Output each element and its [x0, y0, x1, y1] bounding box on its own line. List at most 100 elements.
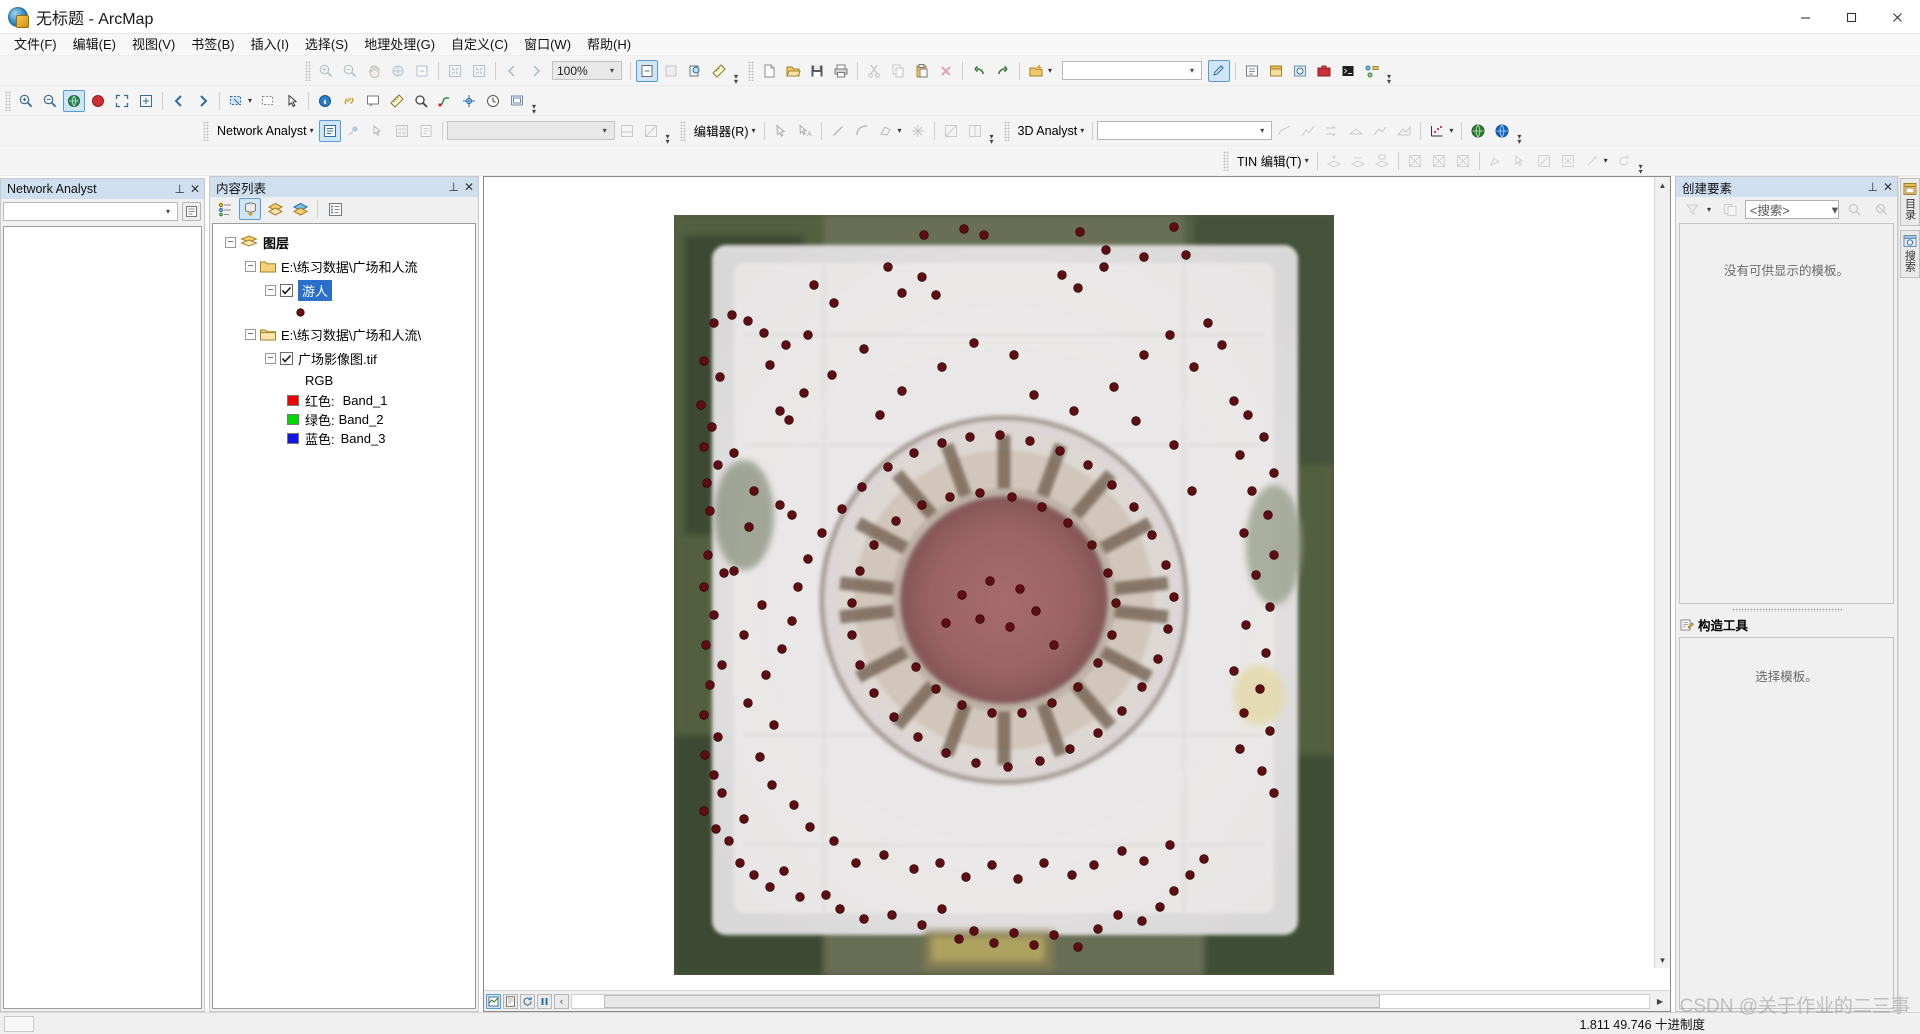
- point-elevation-icon[interactable]: [1345, 120, 1367, 142]
- toc-layer-symbol-row[interactable]: [213, 302, 475, 322]
- zoom-out-icon[interactable]: [339, 60, 361, 82]
- pin-icon[interactable]: ⊥: [1867, 180, 1877, 194]
- arcscene-icon[interactable]: [1467, 120, 1489, 142]
- chevron-down-icon[interactable]: ▾: [1707, 205, 1715, 214]
- menu-file[interactable]: 文件(F): [6, 35, 65, 55]
- toc-band-row[interactable]: 红色: Band_1: [213, 391, 475, 410]
- go-back-extent-icon[interactable]: [501, 60, 523, 82]
- collapse-icon[interactable]: −: [245, 328, 256, 340]
- scroll-up-icon[interactable]: ▲: [1654, 177, 1670, 193]
- measure-tool-icon[interactable]: [386, 90, 408, 112]
- search-window-icon[interactable]: [1289, 60, 1311, 82]
- chevron-down-icon[interactable]: ▾: [1449, 126, 1457, 135]
- tin-edge-flip-icon[interactable]: [1404, 150, 1426, 172]
- print-icon[interactable]: [830, 60, 852, 82]
- split-icon[interactable]: [964, 120, 986, 142]
- menu-geoprocessing[interactable]: 地理处理(G): [356, 35, 443, 55]
- snapping-icon[interactable]: [907, 120, 929, 142]
- menu-customize[interactable]: 自定义(C): [443, 35, 516, 55]
- hyperlink-icon[interactable]: [338, 90, 360, 112]
- scroll-down-icon[interactable]: ▼: [1654, 952, 1670, 968]
- tin-refresh-icon[interactable]: [1613, 150, 1635, 172]
- toolbar-overflow-button[interactable]: ▾ ▾: [663, 118, 673, 145]
- go-forward-extent-icon[interactable]: [525, 60, 547, 82]
- table-of-contents-icon[interactable]: [1241, 60, 1263, 82]
- edit-tool-icon[interactable]: [770, 120, 792, 142]
- curve-segment-icon[interactable]: [851, 120, 873, 142]
- menu-selection[interactable]: 选择(S): [297, 35, 356, 55]
- network-directions-icon[interactable]: [415, 120, 437, 142]
- list-by-source-button[interactable]: [239, 198, 261, 220]
- options-button[interactable]: [324, 198, 346, 220]
- pin-icon[interactable]: ⊥: [448, 180, 458, 194]
- trace-icon[interactable]: [875, 120, 897, 142]
- new-map-icon[interactable]: [758, 60, 780, 82]
- tin-move-icon[interactable]: [1581, 150, 1603, 172]
- pause-drawing-button[interactable]: [537, 993, 552, 1009]
- open-map-icon[interactable]: [782, 60, 804, 82]
- chevron-down-icon[interactable]: ▾: [310, 126, 318, 135]
- toc-band-row[interactable]: 绿色: Band_2: [213, 410, 475, 429]
- add-tin-polygon-icon[interactable]: [1371, 150, 1393, 172]
- network-analyst-label[interactable]: Network Analyst: [212, 124, 310, 138]
- toc-group-row[interactable]: − E:\练习数据\广场和人流\: [213, 322, 475, 346]
- zoom-in-tool-icon[interactable]: [15, 90, 37, 112]
- zoom-in-icon[interactable]: [315, 60, 337, 82]
- full-extent-icon[interactable]: [387, 60, 409, 82]
- toc-group-row[interactable]: − E:\练习数据\广场和人流: [213, 254, 475, 278]
- identify-icon[interactable]: [660, 60, 682, 82]
- chevron-down-icon[interactable]: ▾: [1305, 156, 1313, 165]
- band-color-swatch-blue[interactable]: [287, 433, 299, 444]
- toolbar-overflow-button[interactable]: ▾ ▾: [1636, 148, 1646, 175]
- menu-bookmarks[interactable]: 书签(B): [183, 35, 242, 55]
- model-builder-icon[interactable]: [1361, 60, 1383, 82]
- toolbar-grip[interactable]: [1223, 150, 1229, 171]
- pin-icon[interactable]: ⊥: [174, 182, 184, 196]
- create-viewer-icon[interactable]: [506, 90, 528, 112]
- network-analyst-combo[interactable]: ▾: [3, 202, 178, 221]
- maximize-button[interactable]: [1828, 0, 1874, 34]
- fullscreen-extent-icon[interactable]: [111, 90, 133, 112]
- chevron-down-icon[interactable]: ▾: [161, 204, 175, 219]
- refresh-view-button[interactable]: [520, 993, 535, 1009]
- chevron-down-icon[interactable]: ▾: [898, 126, 906, 135]
- toolbar-grip[interactable]: [679, 120, 686, 141]
- menu-help[interactable]: 帮助(H): [579, 35, 639, 55]
- band-color-swatch-red[interactable]: [287, 395, 299, 406]
- layer-visibility-checkbox[interactable]: [280, 351, 293, 365]
- fixed-zoom-in-icon[interactable]: [444, 60, 466, 82]
- select-dropdown-icon[interactable]: ▾: [248, 96, 256, 105]
- next-extent-icon[interactable]: [192, 90, 214, 112]
- dock-tab-catalog[interactable]: 目录: [1899, 178, 1920, 226]
- toc-layer-name-youren[interactable]: 游人: [298, 279, 333, 301]
- editor-label[interactable]: 编辑器(R): [689, 121, 752, 140]
- redo-icon[interactable]: [992, 60, 1014, 82]
- toolbar-grip[interactable]: [748, 60, 754, 81]
- undo-icon[interactable]: [968, 60, 990, 82]
- map-scale-combo[interactable]: 100% ▾: [552, 61, 622, 80]
- interpolate-line-icon[interactable]: [1273, 120, 1295, 142]
- chevron-down-icon[interactable]: ▾: [605, 63, 619, 78]
- chevron-down-icon[interactable]: ▾: [752, 126, 760, 135]
- prev-extent-icon[interactable]: [168, 90, 190, 112]
- network-build-icon[interactable]: [391, 120, 413, 142]
- organize-templates-icon[interactable]: [1719, 198, 1741, 220]
- globe-rotate-icon[interactable]: [87, 90, 109, 112]
- identify-tool-icon[interactable]: [314, 90, 336, 112]
- tin-select-icon[interactable]: [1509, 150, 1531, 172]
- tin-node-icon[interactable]: [1428, 150, 1450, 172]
- toc-layer-name-raster[interactable]: 广场影像图.tif: [298, 349, 377, 368]
- construction-tools-list[interactable]: 选择模板。: [1679, 636, 1894, 1009]
- layer-visibility-checkbox[interactable]: [280, 283, 293, 297]
- surface-area-icon[interactable]: [1393, 120, 1415, 142]
- view-more-button[interactable]: ‹: [554, 993, 569, 1009]
- point-symbol-icon[interactable]: [295, 307, 306, 318]
- toc-tree[interactable]: − 图层 − E:\练习数据\广场和人流 − 游人 − E:\练习数据\广场和人…: [212, 223, 476, 1009]
- menu-insert[interactable]: 插入(I): [243, 35, 297, 55]
- map-hscroll-thumb[interactable]: [604, 994, 1380, 1008]
- list-by-visibility-button[interactable]: [264, 198, 286, 220]
- map-canvas[interactable]: ▲ ▼: [484, 177, 1670, 990]
- dock-tab-search[interactable]: 搜索: [1899, 230, 1920, 278]
- list-by-drawing-order-button[interactable]: [214, 198, 236, 220]
- select-elements-icon[interactable]: [636, 59, 658, 82]
